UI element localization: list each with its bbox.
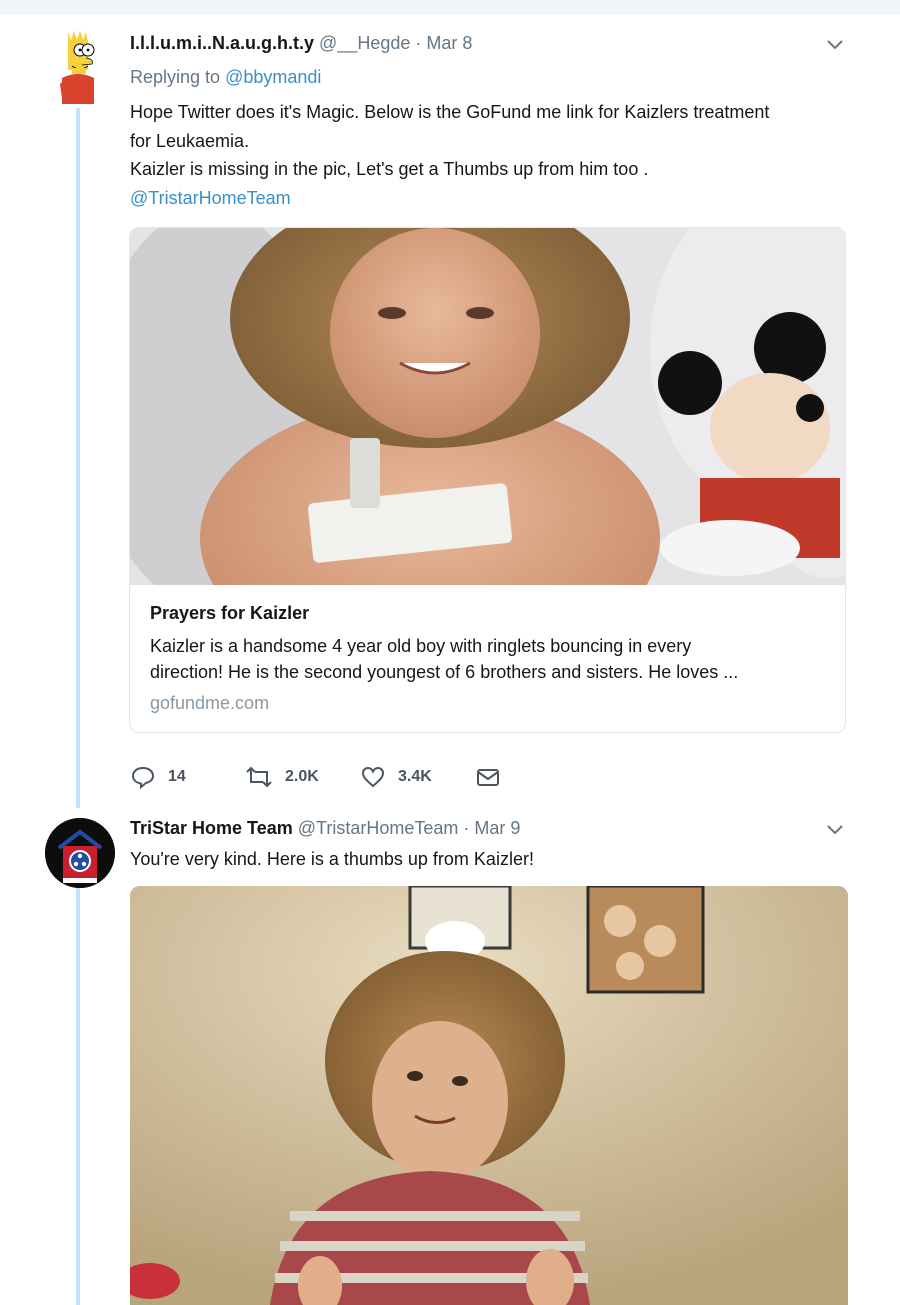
- card-image[interactable]: [130, 228, 845, 585]
- retweet-count: 2.0K: [285, 768, 319, 785]
- tweet-date[interactable]: Mar 9: [474, 818, 520, 838]
- link-card[interactable]: Prayers for Kaizler Kaizler is a handsom…: [129, 227, 846, 733]
- tweet-photo[interactable]: [130, 886, 848, 1305]
- tweet-header: I.l.l.u.m.i..N.a.u.g.h.t.y @__Hegde · Ma…: [130, 33, 472, 54]
- tweet-text: Hope Twitter does it's Magic. Below is t…: [130, 98, 850, 212]
- display-name[interactable]: I.l.l.u.m.i..N.a.u.g.h.t.y: [130, 33, 314, 53]
- tennessee-flag-house-icon: [45, 818, 115, 888]
- tweet-date[interactable]: Mar 8: [426, 33, 472, 53]
- reply-count: 14: [168, 768, 186, 785]
- reply-icon: [131, 766, 155, 790]
- child-hospital-photo: [130, 228, 845, 585]
- card-description-line: Kaizler is a handsome 4 year old boy wit…: [150, 636, 692, 656]
- child-thumbs-up-photo: [130, 886, 848, 1305]
- envelope-icon: [477, 769, 499, 786]
- like-count: 3.4K: [398, 768, 432, 785]
- tweet-text: You're very kind. Here is a thumbs up fr…: [130, 845, 850, 874]
- separator-dot: ·: [463, 818, 470, 838]
- retweet-button[interactable]: 2.0K: [245, 763, 319, 791]
- retweet-icon: [246, 766, 272, 788]
- tweet-text-line: for Leukaemia.: [130, 130, 250, 151]
- card-body[interactable]: Prayers for Kaizler Kaizler is a handsom…: [130, 585, 845, 732]
- display-name[interactable]: TriStar Home Team: [130, 818, 293, 838]
- mention-link[interactable]: @TristarHomeTeam: [130, 184, 850, 213]
- card-description-line: direction! He is the second youngest of …: [150, 662, 739, 682]
- tweet-header: TriStar Home Team @TristarHomeTeam · Mar…: [130, 818, 520, 839]
- bart-simpson-icon: [60, 30, 95, 104]
- thread-connector-line: [76, 888, 80, 1305]
- chevron-down-icon[interactable]: [824, 34, 846, 56]
- user-handle[interactable]: @TristarHomeTeam: [298, 818, 459, 838]
- user-avatar[interactable]: [50, 28, 106, 104]
- card-title: Prayers for Kaizler: [150, 603, 310, 623]
- like-button[interactable]: 3.4K: [360, 763, 432, 791]
- replying-prefix: Replying to: [130, 67, 221, 87]
- user-handle[interactable]: @__Hegde: [319, 33, 410, 53]
- direct-message-button[interactable]: [475, 763, 501, 791]
- reply-button[interactable]: 14: [130, 763, 186, 791]
- heart-icon: [361, 766, 385, 788]
- tweet-text-line: Kaizler is missing in the pic, Let's get…: [130, 159, 649, 179]
- thread-connector-line: [76, 108, 80, 808]
- tweet-text-line: You're very kind. Here is a thumbs up fr…: [130, 849, 534, 869]
- card-description: Kaizler is a handsome 4 year old boy wit…: [150, 633, 830, 685]
- separator-dot: ·: [415, 33, 422, 53]
- replying-handle-link[interactable]: @bbymandi: [225, 67, 321, 87]
- tweet-text-line: Hope Twitter does it's Magic. Below is t…: [130, 102, 770, 122]
- top-strip: [0, 0, 900, 14]
- chevron-down-icon[interactable]: [824, 819, 846, 841]
- user-avatar[interactable]: [45, 818, 115, 888]
- card-domain: gofundme.com: [150, 693, 270, 713]
- replying-to: Replying to @bbymandi: [130, 67, 321, 88]
